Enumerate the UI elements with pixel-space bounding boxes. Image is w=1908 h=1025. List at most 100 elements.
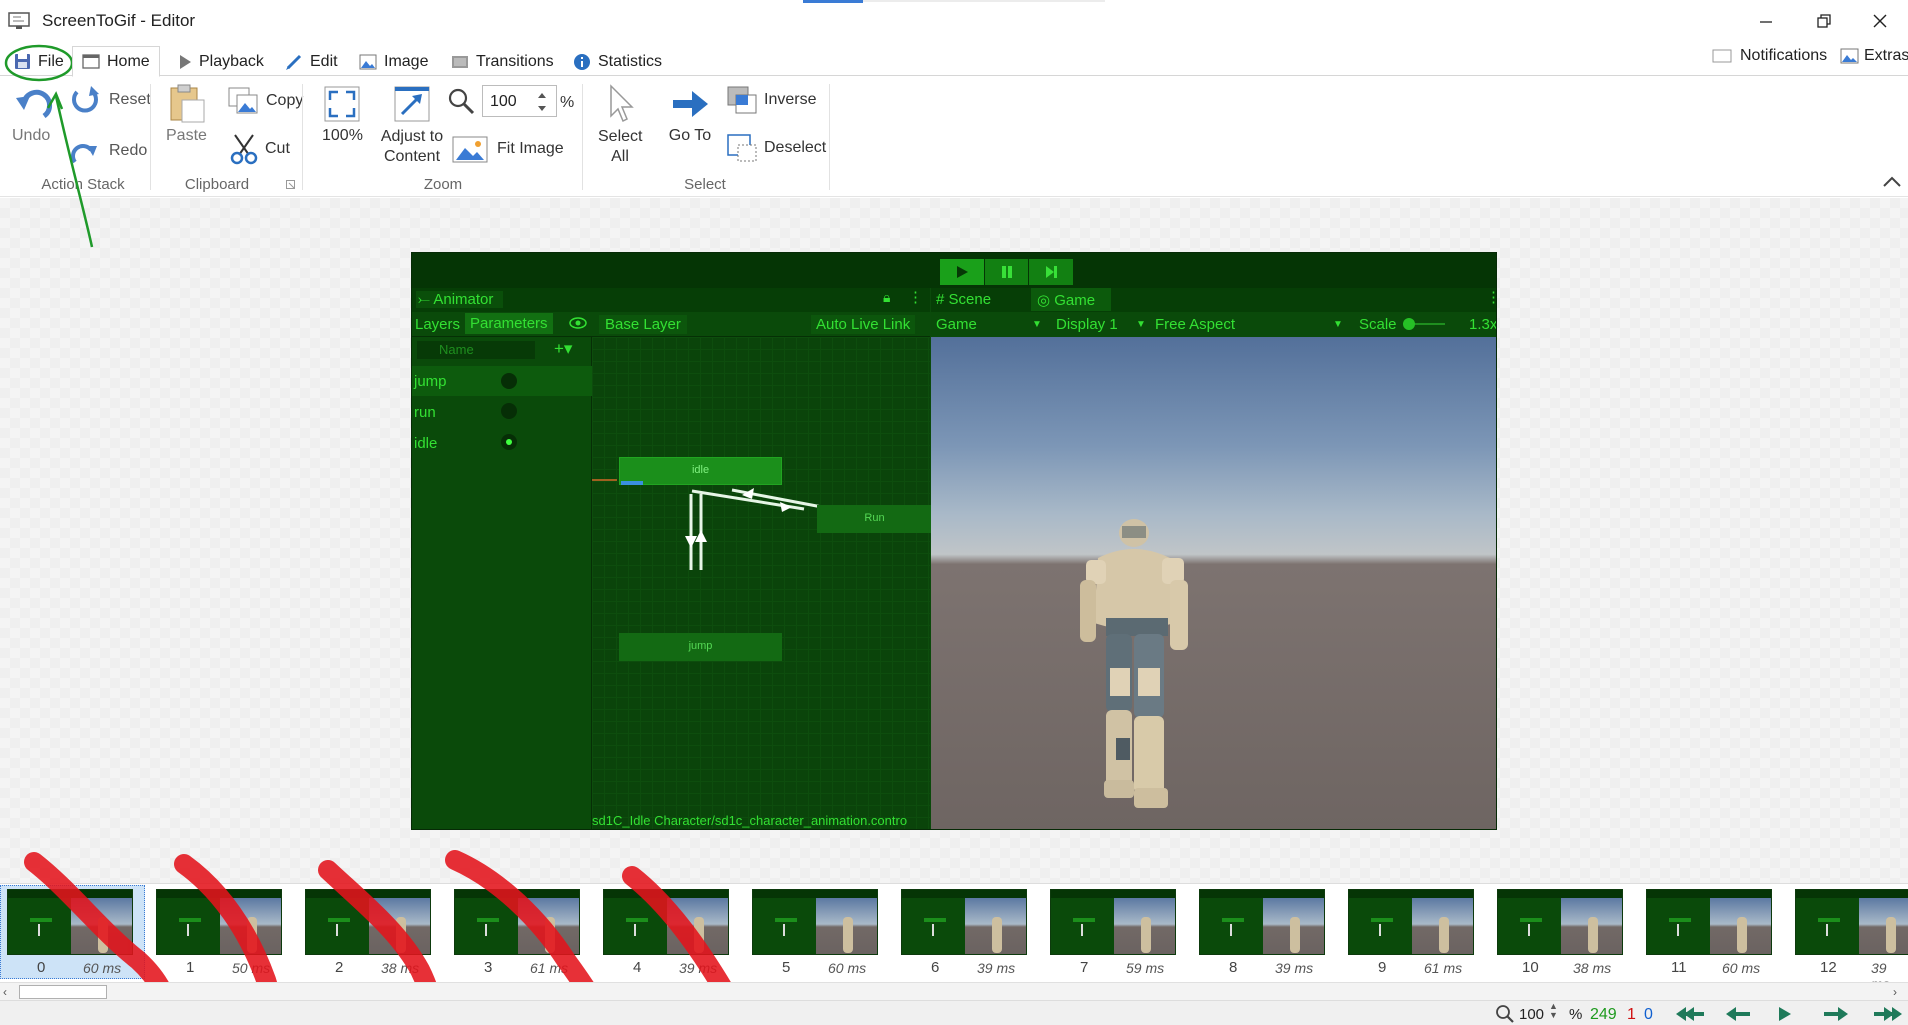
status-zoom-value[interactable]: 100 (1519, 1006, 1544, 1023)
frame-thumbnail[interactable] (156, 889, 282, 955)
param-toggle (501, 403, 517, 419)
frame-thumbnail[interactable] (305, 889, 431, 955)
restore-button[interactable] (1796, 0, 1852, 42)
title-bar: ScreenToGif - Editor (0, 0, 1908, 42)
drag-indicator-track (863, 0, 1105, 2)
pause-icon (1001, 266, 1012, 278)
deselect-button[interactable]: Deselect (726, 133, 826, 163)
redo-label: Redo (109, 142, 148, 159)
collapse-ribbon-button[interactable] (1882, 174, 1902, 188)
frame-preview: ⤚ Animator 🔒︎ ⋮ Layers Parameters Base L… (411, 252, 1497, 830)
adjust-to-content-button[interactable]: Adjust to Content (380, 84, 444, 167)
status-zoom-stepper[interactable]: ▲ ▼ (1549, 1002, 1558, 1020)
frame-thumbnail[interactable] (1646, 889, 1772, 955)
aspect-dropdown-label: Free Aspect (1155, 316, 1236, 333)
image-icon (359, 54, 377, 70)
notifications-label: Notifications (1740, 47, 1828, 64)
play-button[interactable] (1778, 1006, 1792, 1022)
reset-button[interactable]: Reset (69, 84, 151, 116)
frame-thumbnail[interactable] (752, 889, 878, 955)
scale-value: 1.3x (1469, 316, 1497, 333)
frame-number: 11 (1671, 959, 1687, 976)
tab-playback[interactable]: Playback (178, 48, 264, 75)
frame-thumbnail[interactable] (1050, 889, 1176, 955)
arrow-right-icon (670, 84, 710, 124)
frame-thumbnail[interactable] (901, 889, 1027, 955)
base-layer-breadcrumb: Base Layer (599, 315, 687, 334)
auto-live-link-button: Auto Live Link (811, 315, 916, 334)
tab-edit[interactable]: Edit (285, 48, 338, 75)
info-icon (573, 53, 591, 71)
last-frame-button[interactable] (1874, 1006, 1902, 1022)
notifications-button[interactable]: Notifications (1712, 47, 1827, 65)
zoom-icon (1495, 1004, 1515, 1024)
param-toggle (501, 373, 517, 389)
scroll-right-icon[interactable]: › (1893, 985, 1897, 999)
state-run: Run (817, 505, 932, 533)
scroll-left-icon[interactable]: ‹ (3, 985, 7, 999)
undo-label: Undo (12, 127, 51, 144)
param-toggle-checked (501, 434, 517, 450)
select-all-line2: All (611, 148, 629, 165)
tab-file[interactable]: File (14, 48, 64, 75)
minimize-button[interactable] (1738, 0, 1794, 42)
state-run-label: Run (864, 512, 885, 524)
zoom-100-button[interactable]: 100% (322, 84, 363, 145)
clipboard-group-label: Clipboard (184, 176, 250, 193)
redo-button[interactable]: Redo (69, 136, 147, 166)
paste-label: Paste (166, 127, 207, 144)
frame-thumbnail[interactable] (603, 889, 729, 955)
tab-statistics[interactable]: Statistics (573, 48, 662, 75)
play-icon (957, 266, 968, 278)
double-arrow-left-icon (1676, 1007, 1704, 1021)
clipboard-dialog-launcher[interactable] (286, 180, 295, 189)
select-all-button[interactable]: Select All (598, 84, 642, 167)
go-to-button[interactable]: Go To (664, 84, 716, 145)
tab-home[interactable]: Home (72, 46, 160, 77)
frame-thumbnail[interactable] (454, 889, 580, 955)
horizontal-scrollbar[interactable]: ‹ › (0, 982, 1908, 1000)
lock-icon: 🔒︎ (883, 289, 891, 305)
ribbon-separator (829, 84, 830, 190)
state-idle-label: idle (691, 464, 710, 476)
previous-frame-button[interactable] (1726, 1006, 1750, 1022)
zoom-input[interactable]: 100 (482, 85, 557, 117)
frame-thumbnail[interactable] (7, 889, 133, 955)
add-parameter-icon: +▾ (554, 339, 573, 358)
scroll-thumb[interactable] (19, 985, 107, 999)
inverse-button[interactable]: Inverse (726, 85, 816, 115)
extras-icon (1840, 48, 1859, 64)
frame-delay: 60 ms (1722, 960, 1761, 976)
magnifier-icon (446, 86, 476, 116)
paste-button[interactable]: Paste (166, 84, 207, 145)
inverse-icon (726, 85, 758, 115)
param-row-jump: jump (412, 366, 592, 396)
game-viewport (931, 337, 1496, 829)
tab-image[interactable]: Image (359, 48, 428, 75)
undo-button[interactable]: Undo (12, 84, 54, 145)
cut-button[interactable]: Cut (229, 133, 290, 165)
zoom-stepper[interactable] (535, 89, 549, 115)
frame-thumbnail[interactable] (1497, 889, 1623, 955)
first-frame-button[interactable] (1676, 1006, 1704, 1022)
fit-image-button[interactable]: Fit Image (451, 134, 564, 164)
scale-label: Scale (1359, 316, 1397, 333)
fit-image-label: Fit Image (497, 140, 564, 157)
copy-icon (227, 86, 259, 116)
frame-thumbnail[interactable] (1348, 889, 1474, 955)
close-button[interactable] (1852, 0, 1908, 42)
undo-icon (14, 84, 54, 124)
frame-thumbnail[interactable] (1795, 889, 1908, 955)
tab-transitions[interactable]: Transitions (451, 48, 554, 75)
frame-delay: 60 ms (828, 960, 867, 976)
cut-label: Cut (265, 140, 290, 157)
unity-pause-button (985, 259, 1028, 285)
frame-thumbnail[interactable] (1199, 889, 1325, 955)
inverse-label: Inverse (764, 91, 817, 108)
redo-icon (69, 136, 101, 166)
transition-arrows (685, 488, 823, 570)
game-dropdown: Game ▼ (936, 316, 1046, 333)
extras-button[interactable]: Extras (1840, 47, 1908, 65)
copy-button[interactable]: Copy (227, 86, 303, 116)
next-frame-button[interactable] (1824, 1006, 1848, 1022)
